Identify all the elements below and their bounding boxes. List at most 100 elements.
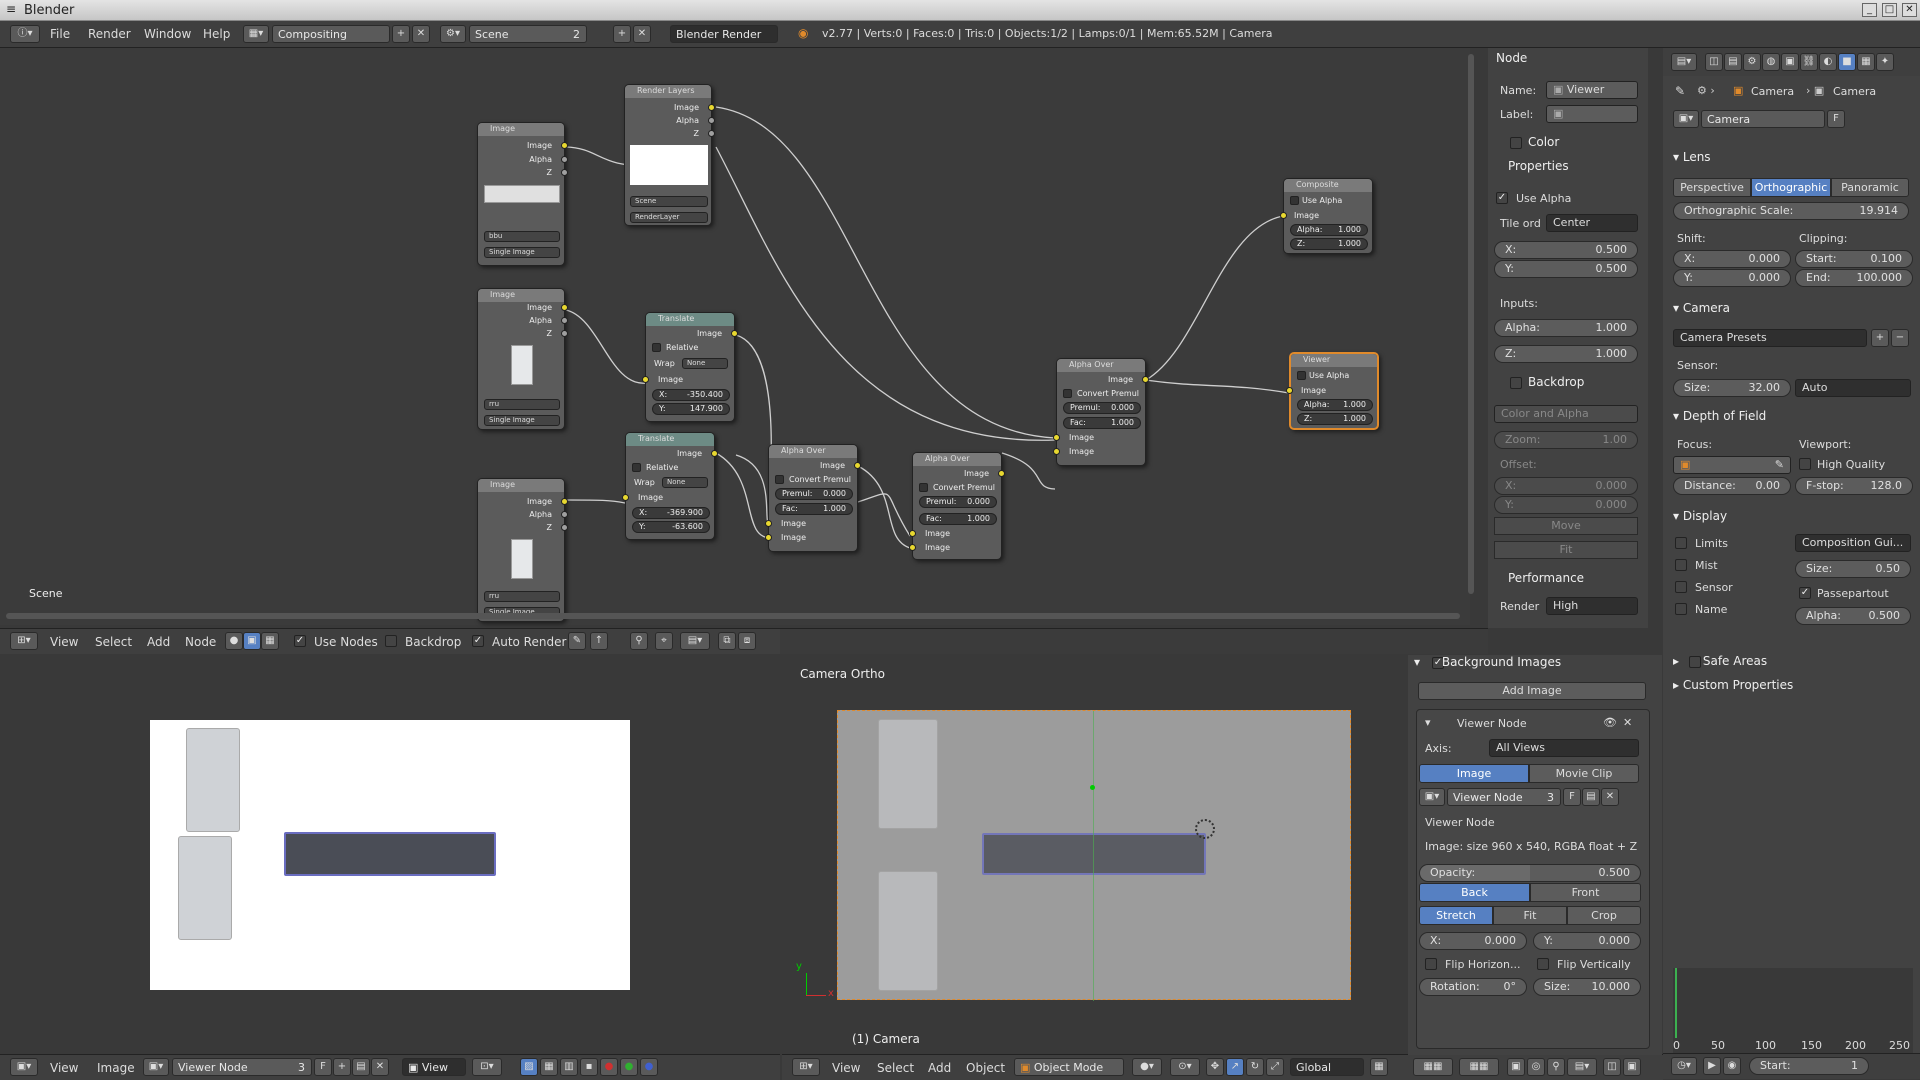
z-field[interactable]: Z: 1.000 <box>1297 413 1373 425</box>
screen-layout-icon[interactable]: ▦▾ <box>243 25 269 43</box>
premul-field[interactable]: Premul: 0.000 <box>1063 402 1141 414</box>
editor-type-icon[interactable]: ▤▾ <box>1671 53 1697 71</box>
menu-render[interactable]: Render <box>88 27 131 41</box>
output-socket[interactable] <box>708 130 715 137</box>
backdrop-panel-header[interactable]: Backdrop <box>1528 375 1584 389</box>
menu-node[interactable]: Node <box>185 635 216 649</box>
camera-datablock-icon[interactable]: ▣▾ <box>1673 110 1699 128</box>
editor-type-icon[interactable]: ⊞▾ <box>792 1058 820 1076</box>
mist-checkbox[interactable] <box>1675 559 1687 571</box>
use-alpha-checkbox[interactable]: ✓ <box>1496 192 1508 204</box>
render-tab-icon[interactable]: ◫ <box>1705 53 1723 71</box>
menu-view[interactable]: View <box>832 1061 860 1075</box>
mode-dropdown[interactable]: ▣ Object Mode <box>1014 1058 1124 1076</box>
sensor-checkbox[interactable] <box>1675 581 1687 593</box>
camera-data-tab-icon[interactable]: ■ <box>1838 53 1856 71</box>
image-node-3[interactable]: Image Image Alpha Z rru Single Image <box>477 478 568 622</box>
output-socket[interactable] <box>1142 376 1149 383</box>
alpha-channel-icon[interactable]: ▦ <box>540 1058 558 1076</box>
keying-icon[interactable]: ◉ <box>1723 1057 1741 1075</box>
x-field[interactable]: X: -350.400 <box>652 389 730 401</box>
image-datablock[interactable]: rru <box>484 399 560 410</box>
snap-element-icon[interactable]: ▤▾ <box>1567 1058 1597 1076</box>
focus-object-field[interactable]: ▣ ✎ <box>1673 456 1791 474</box>
center-x-field[interactable]: X: 0.500 <box>1494 241 1638 259</box>
render-layer-dropdown[interactable]: RenderLayer <box>630 212 708 223</box>
use-nodes-checkbox[interactable]: ✓ <box>294 635 306 647</box>
output-socket[interactable] <box>561 317 568 324</box>
orthographic-tab[interactable]: Orthographic <box>1751 178 1831 197</box>
output-socket[interactable] <box>561 142 568 149</box>
relative-checkbox[interactable] <box>652 343 661 352</box>
convert-premul-checkbox[interactable] <box>1063 389 1072 398</box>
node-label-field[interactable]: ▣ <box>1546 105 1638 123</box>
constraints-tab-icon[interactable]: ⛓ <box>1800 53 1818 71</box>
output-socket[interactable] <box>561 330 568 337</box>
open-image-button[interactable]: ▤ <box>352 1058 370 1076</box>
remove-bg-icon[interactable]: ✕ <box>1623 716 1632 729</box>
composite-node[interactable]: Composite Use Alpha Image Alpha: 1.000 Z:… <box>1280 178 1373 254</box>
input-socket[interactable] <box>909 530 916 537</box>
perspective-tab[interactable]: Perspective <box>1673 178 1751 197</box>
orthographic-scale-field[interactable]: Orthographic Scale: 19.914 <box>1673 202 1909 220</box>
camera-presets-dropdown[interactable]: Camera Presets <box>1673 329 1867 347</box>
image-source-dropdown[interactable]: Single Image <box>484 415 560 426</box>
minimize-button[interactable]: _ <box>1862 3 1877 17</box>
display-size-field[interactable]: Size: 0.50 <box>1795 560 1911 578</box>
rotation-field[interactable]: Rotation: 0° <box>1419 978 1527 996</box>
limits-checkbox[interactable] <box>1675 537 1687 549</box>
node-editor[interactable]: Image Image Alpha Z bbu Single Image Ren… <box>0 48 1474 625</box>
y-field[interactable]: Y: -63.600 <box>632 521 710 533</box>
stretch-toggle[interactable]: Stretch <box>1419 906 1493 925</box>
input-socket[interactable] <box>765 534 772 541</box>
paste-icon[interactable]: ⧈ <box>738 632 756 650</box>
remove-scene-button[interactable]: ✕ <box>633 25 651 43</box>
fac-field[interactable]: Fac: 1.000 <box>919 513 997 525</box>
axis-dropdown[interactable]: All Views <box>1489 739 1639 757</box>
pivot-icon[interactable]: ⊙▾ <box>1170 1058 1200 1076</box>
bg-image-datablock[interactable]: Viewer Node 3 <box>1447 788 1561 806</box>
custom-properties-panel-header[interactable]: ▸ Custom Properties <box>1673 678 1793 692</box>
z-field[interactable]: Z: 1.000 <box>1290 238 1368 250</box>
node-panel-header[interactable]: Node <box>1496 51 1527 65</box>
open-image-button[interactable]: ▤ <box>1582 788 1600 806</box>
z-input-field[interactable]: Z: 1.000 <box>1494 345 1638 363</box>
snap-icon[interactable]: ⚲ <box>1547 1058 1565 1076</box>
output-socket[interactable] <box>731 330 738 337</box>
start-frame-field[interactable]: Start: 1 <box>1749 1057 1869 1075</box>
input-socket[interactable] <box>642 376 649 383</box>
dof-panel-header[interactable]: ▾ Depth of Field <box>1673 409 1766 423</box>
alpha-input-field[interactable]: Alpha: 1.000 <box>1494 319 1638 337</box>
scene-name-field[interactable]: Scene 2 <box>469 25 587 43</box>
parent-node-icon[interactable]: ↑ <box>590 632 608 650</box>
red-channel-icon[interactable]: ● <box>600 1058 618 1076</box>
lens-panel-header[interactable]: ▾ Lens <box>1673 150 1711 164</box>
fake-user-button[interactable]: F <box>1827 110 1845 128</box>
output-socket[interactable] <box>561 304 568 311</box>
fac-field[interactable]: Fac: 1.000 <box>775 503 853 515</box>
render-layers-node[interactable]: Render Layers Image Alpha Z Scene Render… <box>624 84 715 226</box>
alpha-over-node-3[interactable]: Alpha Over Image Convert Premul Premul: 0… <box>1053 358 1149 466</box>
clip-start-field[interactable]: Start: 0.100 <box>1795 250 1913 268</box>
unlink-image-button[interactable]: ✕ <box>1601 788 1619 806</box>
editor-type-icon[interactable]: ◷▾ <box>1671 1057 1697 1075</box>
render-icon[interactable]: ◫ <box>1603 1058 1621 1076</box>
layer-buttons[interactable]: ▦▦ <box>1413 1058 1453 1076</box>
menu-add[interactable]: Add <box>147 635 170 649</box>
menu-add[interactable]: Add <box>928 1061 951 1075</box>
render-layers-tab-icon[interactable]: ▤ <box>1724 53 1742 71</box>
movie-clip-source-tab[interactable]: Movie Clip <box>1529 764 1639 783</box>
image-browse-icon[interactable]: ▣▾ <box>1419 788 1445 806</box>
texture-tab-icon[interactable]: ▦ <box>1857 53 1875 71</box>
display-panel-header[interactable]: ▾ Display <box>1673 509 1727 523</box>
pin-icon[interactable]: ✎ <box>568 632 586 650</box>
sensor-size-field[interactable]: Size: 32.00 <box>1673 379 1791 397</box>
layer-buttons[interactable]: ▦▦ <box>1459 1058 1499 1076</box>
translate-icon[interactable]: ↗ <box>1226 1058 1244 1076</box>
shading-icon[interactable]: ●▾ <box>1132 1058 1162 1076</box>
world-tab-icon[interactable]: ◍ <box>1762 53 1780 71</box>
menu-image[interactable]: Image <box>97 1061 135 1075</box>
fake-user-button[interactable]: F <box>1563 788 1581 806</box>
menu-help[interactable]: Help <box>203 27 230 41</box>
use-alpha-checkbox[interactable] <box>1290 196 1299 205</box>
